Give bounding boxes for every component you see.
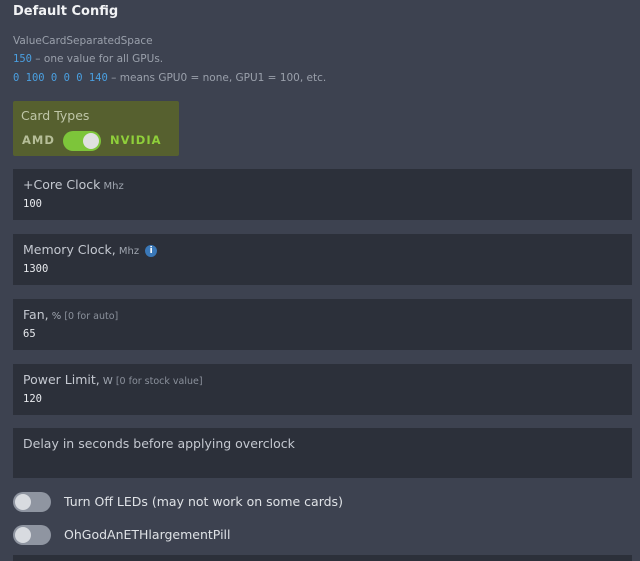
- hint-format-name: ValueCardSeparatedSpace: [13, 35, 153, 47]
- info-icon[interactable]: i: [145, 244, 158, 257]
- delay-input[interactable]: [23, 457, 583, 469]
- hint-line-3: 0 100 0 0 0 140 – means GPU0 = none, GPU…: [13, 72, 326, 84]
- turn-off-leds-row[interactable]: Turn Off LEDs (may not work on some card…: [13, 492, 413, 514]
- hint-example-single: 150: [13, 53, 32, 65]
- memory-clock-input[interactable]: [23, 263, 583, 275]
- ethlargement-row[interactable]: OhGodAnETHlargementPill: [13, 525, 413, 547]
- delay-label: Delay in seconds before applying overclo…: [23, 436, 295, 451]
- fan-unit: %: [48, 311, 62, 322]
- hint-line-2: 150 – one value for all GPUs.: [13, 53, 163, 65]
- ethlargement-label: OhGodAnETHlargementPill: [64, 527, 231, 542]
- next-field-edge: [13, 555, 632, 561]
- memory-clock-field[interactable]: Memory Clock, Mhz i: [13, 234, 632, 285]
- power-limit-note: [0 for stock value]: [112, 376, 203, 387]
- hint-example-multi-desc: – means GPU0 = none, GPU1 = 100, etc.: [107, 72, 327, 84]
- toggle-knob: [83, 133, 99, 149]
- core-clock-field[interactable]: +Core Clock Mhz: [13, 169, 632, 220]
- core-clock-label: +Core Clock Mhz: [23, 177, 124, 192]
- turn-off-leds-switch[interactable]: [13, 492, 51, 512]
- hint-example-single-desc: – one value for all GPUs.: [31, 53, 164, 65]
- power-limit-unit: W: [99, 376, 113, 387]
- memory-clock-unit: Mhz: [115, 246, 140, 257]
- hint-example-multi: 0 100 0 0 0 140: [13, 72, 108, 84]
- card-types-label: Card Types: [21, 108, 90, 123]
- ethlargement-switch[interactable]: [13, 525, 51, 545]
- card-type-nvidia-label[interactable]: NVIDIA: [110, 133, 162, 147]
- card-type-amd-label[interactable]: AMD: [22, 133, 55, 147]
- memory-clock-label: Memory Clock, Mhz i: [23, 242, 158, 257]
- delay-field[interactable]: Delay in seconds before applying overclo…: [13, 428, 632, 478]
- power-limit-label: Power Limit, W [0 for stock value]: [23, 372, 203, 387]
- switch-knob: [15, 527, 31, 543]
- switch-knob: [15, 494, 31, 510]
- fan-input[interactable]: [23, 328, 583, 340]
- power-limit-input[interactable]: [23, 393, 583, 405]
- fan-label: Fan, % [0 for auto]: [23, 307, 119, 322]
- fan-note: [0 for auto]: [61, 311, 119, 322]
- power-limit-field[interactable]: Power Limit, W [0 for stock value]: [13, 364, 632, 415]
- core-clock-input[interactable]: [23, 198, 583, 210]
- fan-field[interactable]: Fan, % [0 for auto]: [13, 299, 632, 350]
- turn-off-leds-label: Turn Off LEDs (may not work on some card…: [64, 494, 343, 509]
- core-clock-unit: Mhz: [100, 181, 124, 192]
- hint-line-1: ValueCardSeparatedSpace: [13, 35, 153, 47]
- card-type-toggle[interactable]: [63, 131, 101, 151]
- page-title: Default Config: [13, 4, 119, 19]
- card-types-panel: Card Types AMD NVIDIA: [13, 101, 179, 156]
